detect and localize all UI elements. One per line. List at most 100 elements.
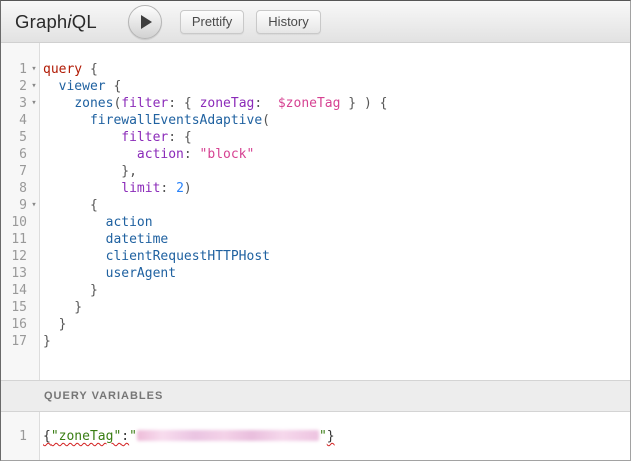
- play-icon: [141, 15, 152, 29]
- code-line[interactable]: 1{"zoneTag":""}: [1, 428, 630, 445]
- token-punct: : {: [168, 130, 191, 145]
- query-editor[interactable]: 1▾query {2▾ viewer {3▾ zones(filter: { z…: [1, 43, 630, 380]
- graphiql-logo: GraphiQL: [15, 11, 97, 33]
- code-line[interactable]: 5 filter: {: [1, 129, 630, 146]
- variables-editor-lines: 1{"zoneTag":""}: [1, 412, 630, 445]
- token-punct: [43, 266, 106, 281]
- code-line[interactable]: 12 clientRequestHTTPHost: [1, 248, 630, 265]
- line-number: 6: [1, 146, 27, 163]
- token-prop: action: [106, 215, 153, 230]
- code-line[interactable]: 1▾query {: [1, 61, 630, 78]
- token-punct: {: [106, 79, 122, 94]
- code-line[interactable]: 14 }: [1, 282, 630, 299]
- token-punct: {: [82, 62, 98, 77]
- code-text: firewallEventsAdaptive(: [41, 112, 270, 129]
- line-number: 17: [1, 333, 27, 350]
- token-punct: [43, 130, 121, 145]
- code-text: filter: {: [41, 129, 192, 146]
- fold-spacer: [27, 112, 41, 129]
- token-punct: :: [254, 96, 277, 111]
- fold-spacer: [27, 214, 41, 231]
- code-text: datetime: [41, 231, 168, 248]
- token-vprop: "zoneTag": [51, 429, 121, 444]
- fold-spacer: [27, 180, 41, 197]
- token-punct: }: [43, 300, 82, 315]
- line-number: 16: [1, 316, 27, 333]
- fold-spacer: [27, 129, 41, 146]
- fold-spacer: [27, 316, 41, 333]
- token-punct: }: [43, 283, 98, 298]
- history-button[interactable]: History: [256, 10, 320, 34]
- token-punct: [43, 96, 74, 111]
- fold-spacer: [27, 146, 41, 163]
- token-punct: },: [43, 164, 137, 179]
- query-variables-header[interactable]: QUERY VARIABLES: [1, 380, 630, 412]
- fold-spacer: [27, 248, 41, 265]
- token-punct: [43, 113, 90, 128]
- token-attr: zoneTag: [200, 96, 255, 111]
- line-number: 3: [1, 95, 27, 112]
- code-line[interactable]: 15 }: [1, 299, 630, 316]
- token-punct: [43, 232, 106, 247]
- code-line[interactable]: 10 action: [1, 214, 630, 231]
- code-text: query {: [41, 61, 98, 78]
- fold-arrow-icon[interactable]: ▾: [27, 61, 41, 78]
- fold-spacer: [27, 282, 41, 299]
- code-line[interactable]: 4 firewallEventsAdaptive(: [1, 112, 630, 129]
- token-punct: } ) {: [340, 96, 387, 111]
- code-text: }: [41, 333, 51, 350]
- graphiql-window: GraphiQL Prettify History 1▾query {2▾ vi…: [0, 0, 631, 461]
- token-vpunct: }: [327, 429, 335, 444]
- token-prop: userAgent: [106, 266, 176, 281]
- token-attr: action: [137, 147, 184, 162]
- toolbar: GraphiQL Prettify History: [1, 1, 630, 43]
- variables-editor[interactable]: 1{"zoneTag":""}: [1, 412, 630, 460]
- token-var: $zoneTag: [278, 96, 341, 111]
- token-num: 2: [176, 181, 184, 196]
- code-text: {: [41, 197, 98, 214]
- line-number: 4: [1, 112, 27, 129]
- code-text: limit: 2): [41, 180, 192, 197]
- fold-arrow-icon[interactable]: ▾: [27, 95, 41, 112]
- prettify-button[interactable]: Prettify: [180, 10, 244, 34]
- token-punct: [43, 147, 137, 162]
- logo-text: Graph: [15, 11, 67, 32]
- token-vpunct: :: [121, 429, 129, 444]
- code-text: action: "block": [41, 146, 254, 163]
- code-line[interactable]: 3▾ zones(filter: { zoneTag: $zoneTag } )…: [1, 95, 630, 112]
- token-prop: viewer: [59, 79, 106, 94]
- code-text: {"zoneTag":""}: [41, 428, 335, 445]
- token-prop: zones: [74, 96, 113, 111]
- code-text: zones(filter: { zoneTag: $zoneTag } ) {: [41, 95, 387, 112]
- execute-button[interactable]: [128, 5, 162, 39]
- line-number: 1: [1, 428, 27, 445]
- line-number: 11: [1, 231, 27, 248]
- code-line[interactable]: 16 }: [1, 316, 630, 333]
- code-line[interactable]: 6 action: "block": [1, 146, 630, 163]
- code-line[interactable]: 9▾ {: [1, 197, 630, 214]
- token-vstr: ": [319, 429, 327, 444]
- fold-arrow-icon[interactable]: ▾: [27, 197, 41, 214]
- query-editor-lines: 1▾query {2▾ viewer {3▾ zones(filter: { z…: [1, 43, 630, 350]
- code-text: }: [41, 282, 98, 299]
- fold-spacer: [27, 163, 41, 180]
- code-line[interactable]: 13 userAgent: [1, 265, 630, 282]
- fold-arrow-icon[interactable]: ▾: [27, 78, 41, 95]
- token-punct: [43, 215, 106, 230]
- code-line[interactable]: 2▾ viewer {: [1, 78, 630, 95]
- line-number: 10: [1, 214, 27, 231]
- line-number: 15: [1, 299, 27, 316]
- line-number: 12: [1, 248, 27, 265]
- line-number: 9: [1, 197, 27, 214]
- token-punct: : {: [168, 96, 199, 111]
- token-attr: filter: [121, 130, 168, 145]
- code-line[interactable]: 17}: [1, 333, 630, 350]
- line-number: 1: [1, 61, 27, 78]
- code-line[interactable]: 8 limit: 2): [1, 180, 630, 197]
- token-punct: [43, 249, 106, 264]
- code-line[interactable]: 11 datetime: [1, 231, 630, 248]
- line-number: 5: [1, 129, 27, 146]
- fold-spacer: [27, 333, 41, 350]
- code-line[interactable]: 7 },: [1, 163, 630, 180]
- fold-spacer: [27, 231, 41, 248]
